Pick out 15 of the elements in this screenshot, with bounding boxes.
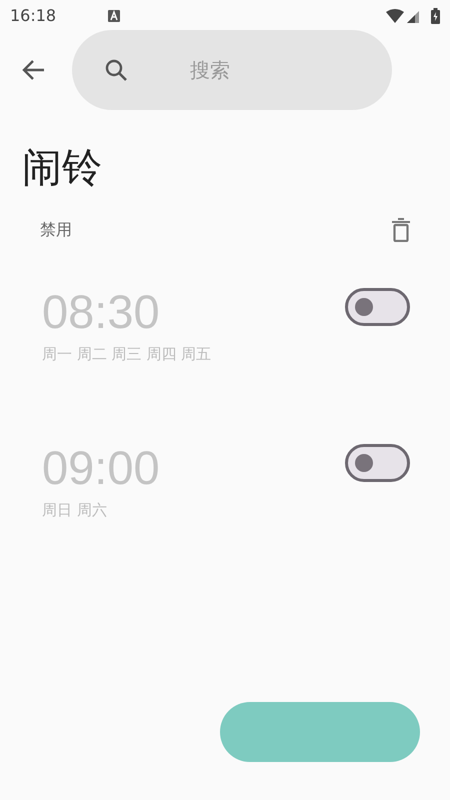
section-label: 禁用 [40,219,72,241]
page-title: 闹铃 [22,144,103,192]
signal-icon [407,9,421,23]
repeat-days: 周一 周二 周三 周四 周五 [42,343,212,366]
toggle-switch[interactable] [345,288,410,326]
battery-icon [431,8,440,24]
trash-icon[interactable] [392,218,410,242]
wifi-icon [386,9,404,23]
toggle-switch[interactable] [345,444,410,482]
search-icon [104,58,128,82]
back-arrow-icon[interactable] [22,59,46,81]
search-field[interactable]: 搜索 [72,30,392,110]
keyboard-icon [108,10,120,22]
repeat-days: 周日 周六 [42,499,160,522]
clock-time: 16:18 [10,5,56,27]
